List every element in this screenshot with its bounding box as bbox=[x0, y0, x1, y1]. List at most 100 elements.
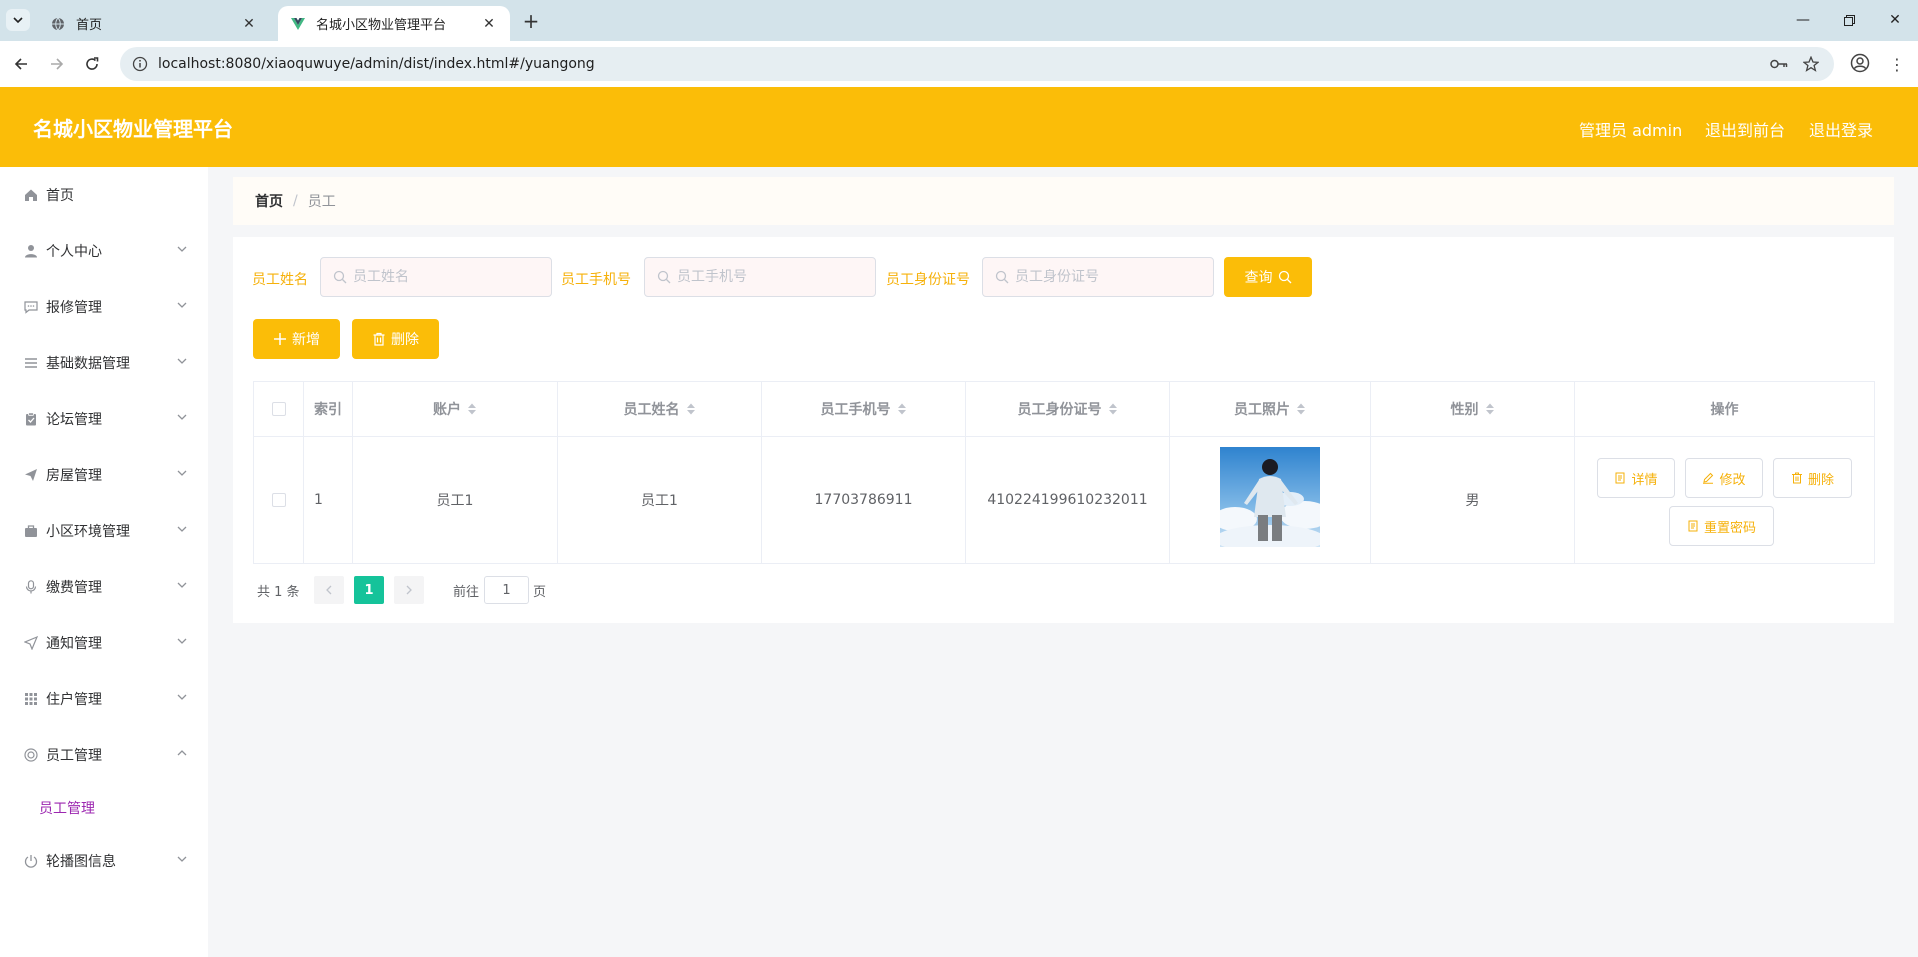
chevron-down-icon bbox=[177, 856, 187, 862]
sidebar-item-home[interactable]: 首页 bbox=[0, 167, 208, 223]
column-header-phone[interactable]: 员工手机号 bbox=[762, 382, 966, 436]
staff-photo[interactable] bbox=[1220, 447, 1320, 547]
browser-tab-home[interactable]: 首页 ✕ bbox=[38, 6, 270, 41]
sidebar-item-personal-center[interactable]: 个人中心 bbox=[0, 223, 208, 279]
password-key-icon[interactable] bbox=[1768, 53, 1790, 75]
search-icon bbox=[995, 270, 1009, 284]
sidebar-item-environment[interactable]: 小区环境管理 bbox=[0, 503, 208, 559]
help-icon bbox=[22, 746, 40, 764]
sidebar-item-notice[interactable]: 通知管理 bbox=[0, 615, 208, 671]
browser-tab-active[interactable]: 名城小区物业管理平台 ✕ bbox=[278, 6, 510, 41]
sidebar-item-label: 缴费管理 bbox=[46, 580, 102, 596]
edit-button[interactable]: 修改 bbox=[1685, 458, 1763, 498]
sort-caret-icon[interactable] bbox=[1485, 402, 1495, 416]
profile-avatar-icon[interactable] bbox=[1850, 53, 1872, 75]
sort-caret-icon[interactable] bbox=[686, 402, 696, 416]
cell-id-number: 410224199610232011 bbox=[966, 437, 1170, 563]
logout-link[interactable]: 退出登录 bbox=[1809, 117, 1873, 141]
column-header-label: 操作 bbox=[1710, 402, 1739, 418]
sidebar-item-residents[interactable]: 住户管理 bbox=[0, 671, 208, 727]
header-select-cell bbox=[254, 382, 304, 436]
column-header-label: 员工姓名 bbox=[623, 402, 680, 418]
sidebar-item-forum[interactable]: 论坛管理 bbox=[0, 391, 208, 447]
search-name-field[interactable] bbox=[320, 257, 552, 297]
window-minimize-button[interactable]: — bbox=[1780, 6, 1826, 34]
sort-caret-icon[interactable] bbox=[1296, 402, 1306, 416]
breadcrumb-separator: / bbox=[293, 193, 298, 209]
delete-button[interactable]: 删除 bbox=[1773, 458, 1852, 498]
search-phone-field[interactable] bbox=[644, 257, 876, 297]
back-button[interactable] bbox=[7, 50, 35, 78]
send-icon bbox=[22, 466, 40, 484]
sidebar-item-carousel[interactable]: 轮播图信息 bbox=[0, 833, 208, 889]
close-icon[interactable]: ✕ bbox=[480, 15, 498, 33]
sidebar-item-payment[interactable]: 缴费管理 bbox=[0, 559, 208, 615]
arrow-right-icon bbox=[51, 58, 64, 70]
add-button[interactable]: 新增 bbox=[253, 319, 340, 359]
staff-table: 索引 账户 员工姓名 员工手机号 员工身份证号 员工照片 性别 操作 1 员工1… bbox=[253, 381, 1875, 564]
browser-toolbar: localhost:8080/xiaoquwuye/admin/dist/ind… bbox=[0, 41, 1918, 87]
sort-caret-icon[interactable] bbox=[897, 402, 907, 416]
breadcrumb: 首页 / 员工 bbox=[233, 177, 1894, 225]
column-header-id-number[interactable]: 员工身份证号 bbox=[966, 382, 1170, 436]
search-name-input[interactable] bbox=[353, 269, 543, 285]
reload-button[interactable] bbox=[78, 50, 106, 78]
sidebar-item-house[interactable]: 房屋管理 bbox=[0, 447, 208, 503]
sort-caret-icon[interactable] bbox=[467, 402, 477, 416]
chevron-right-icon bbox=[406, 585, 412, 595]
close-icon[interactable]: ✕ bbox=[240, 15, 258, 33]
sidebar-item-label: 住户管理 bbox=[46, 692, 102, 708]
address-bar[interactable]: localhost:8080/xiaoquwuye/admin/dist/ind… bbox=[120, 47, 1834, 81]
chevron-left-icon bbox=[326, 585, 332, 595]
row-checkbox[interactable] bbox=[271, 493, 286, 507]
pager-total: 共 1 条 bbox=[257, 585, 300, 600]
column-header-photo[interactable]: 员工照片 bbox=[1170, 382, 1371, 436]
sidebar-item-label: 员工管理 bbox=[46, 748, 102, 764]
sidebar-subitem-staff-management[interactable]: 员工管理 bbox=[0, 783, 208, 833]
detail-button[interactable]: 详情 bbox=[1597, 458, 1675, 498]
window-close-button[interactable]: ✕ bbox=[1872, 6, 1918, 34]
new-tab-button[interactable]: + bbox=[518, 8, 544, 34]
sort-caret-icon[interactable] bbox=[1108, 402, 1118, 416]
pager-goto-input[interactable]: 1 bbox=[484, 576, 529, 604]
sidebar-item-label: 个人中心 bbox=[46, 244, 102, 260]
cell-actions: 详情 修改 删除 重置密码 bbox=[1575, 437, 1874, 563]
pager-next-button[interactable] bbox=[394, 576, 424, 604]
sidebar-item-staff[interactable]: 员工管理 bbox=[0, 727, 208, 783]
sidebar-item-repair[interactable]: 报修管理 bbox=[0, 279, 208, 335]
app-title: 名城小区物业管理平台 bbox=[33, 117, 233, 141]
site-info-icon[interactable] bbox=[132, 56, 148, 72]
breadcrumb-home[interactable]: 首页 bbox=[255, 191, 283, 211]
breadcrumb-current: 员工 bbox=[307, 194, 336, 210]
select-all-checkbox[interactable] bbox=[271, 402, 286, 416]
batch-delete-button[interactable]: 删除 bbox=[352, 319, 439, 359]
column-header-gender[interactable]: 性别 bbox=[1371, 382, 1575, 436]
chevron-down-icon bbox=[177, 302, 187, 308]
forward-button[interactable] bbox=[43, 50, 71, 78]
column-header-name[interactable]: 员工姓名 bbox=[558, 382, 762, 436]
column-header-label: 性别 bbox=[1450, 402, 1479, 418]
exit-to-frontend-link[interactable]: 退出到前台 bbox=[1705, 117, 1785, 141]
window-restore-button[interactable] bbox=[1826, 6, 1872, 34]
pager-prev-button[interactable] bbox=[314, 576, 344, 604]
tab-search-button[interactable] bbox=[6, 9, 30, 31]
pager-page-current[interactable]: 1 bbox=[354, 576, 384, 604]
bookmark-star-icon[interactable] bbox=[1800, 53, 1822, 75]
suitcase-icon bbox=[22, 522, 40, 540]
table-header-row: 索引 账户 员工姓名 员工手机号 员工身份证号 员工照片 性别 操作 bbox=[254, 382, 1874, 437]
column-header-account[interactable]: 账户 bbox=[353, 382, 558, 436]
search-name-label: 员工姓名 bbox=[252, 272, 308, 288]
more-menu-icon[interactable]: ⋮ bbox=[1886, 53, 1908, 75]
sidebar-item-base-data[interactable]: 基础数据管理 bbox=[0, 335, 208, 391]
search-icon bbox=[1278, 270, 1291, 284]
search-id-input[interactable] bbox=[1015, 269, 1205, 285]
reset-password-button[interactable]: 重置密码 bbox=[1669, 506, 1774, 546]
search-phone-input[interactable] bbox=[677, 269, 867, 285]
chevron-down-icon bbox=[177, 638, 187, 644]
vue-logo-icon bbox=[290, 16, 306, 32]
column-header-label: 账户 bbox=[433, 402, 461, 418]
query-button[interactable]: 查询 bbox=[1224, 257, 1312, 297]
detail-button-label: 详情 bbox=[1631, 472, 1658, 488]
reset-password-button-label: 重置密码 bbox=[1703, 520, 1756, 536]
search-id-field[interactable] bbox=[982, 257, 1214, 297]
